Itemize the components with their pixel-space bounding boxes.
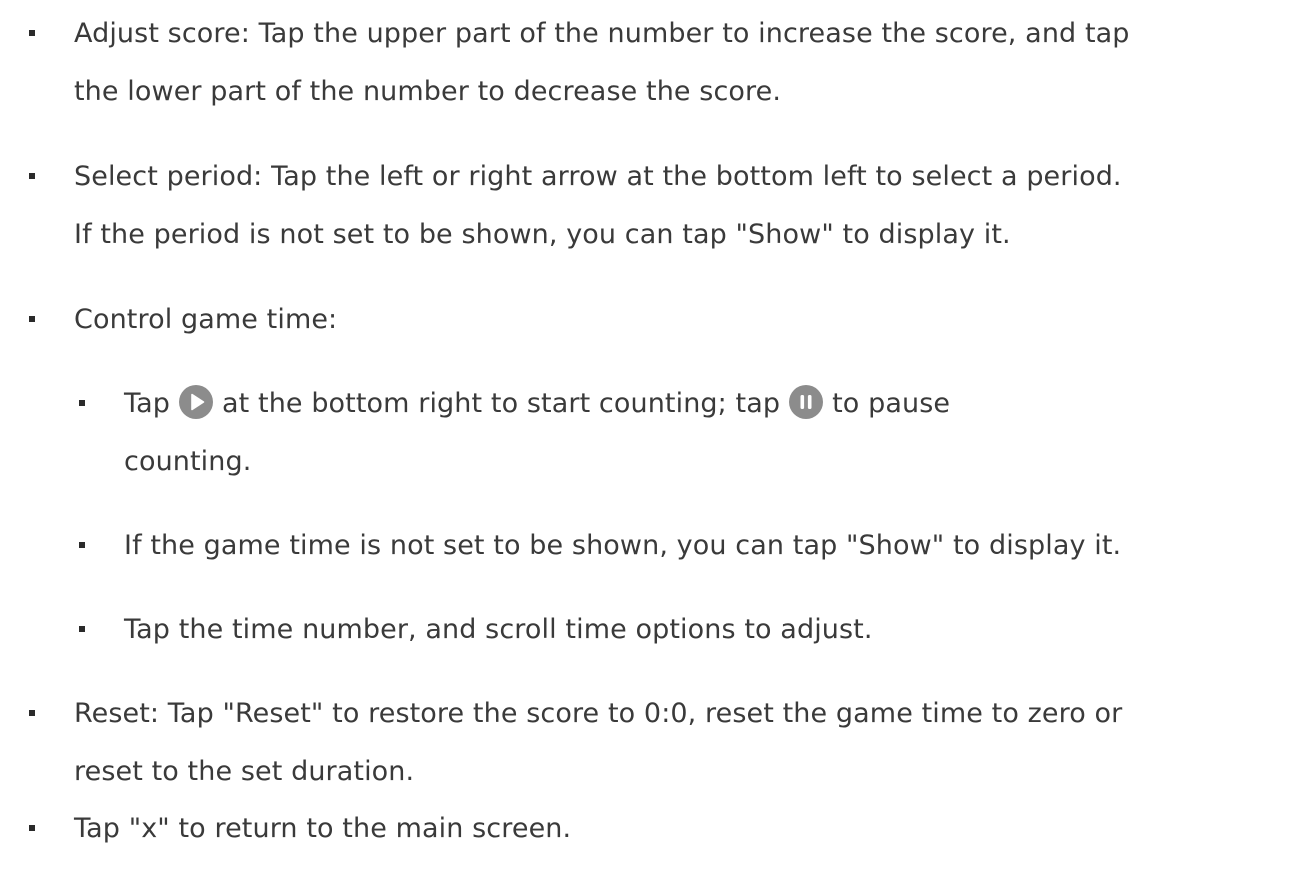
bullet-icon (79, 542, 85, 548)
list-item-select-period: Select period: Tap the left or right arr… (29, 148, 1122, 264)
sub-item-text: If the game time is not set to be shown,… (124, 530, 1122, 561)
bullet-icon (79, 626, 85, 632)
bullet-icon (29, 30, 35, 36)
list-item-adjust-score: Adjust score: Tap the upper part of the … (29, 5, 1130, 121)
bullet-icon (29, 316, 35, 322)
list-item-text: If the period is not set to be shown, yo… (74, 219, 1011, 250)
sub-item-text: Tap (124, 388, 171, 419)
play-icon (179, 384, 214, 419)
sub-item-adjust-time: Tap the time number, and scroll time opt… (79, 601, 873, 659)
bullet-icon (79, 400, 85, 406)
list-item-text: the lower part of the number to decrease… (74, 76, 782, 107)
pause-icon (789, 384, 824, 419)
sub-item-text: at the bottom right to start counting; t… (222, 388, 781, 419)
sub-item-start-pause: Tap at the bottom right to start counting… (79, 375, 950, 491)
list-item-text: Tap "x" to return to the main screen. (74, 813, 572, 844)
list-item-control-game-time: Control game time: (29, 291, 338, 349)
sub-item-text: to pause (832, 388, 951, 419)
list-item-reset: Reset: Tap "Reset" to restore the score … (29, 685, 1123, 801)
bullet-icon (29, 173, 35, 179)
bullet-icon (29, 825, 35, 831)
list-item-text: Control game time: (74, 304, 338, 335)
list-item-text: Reset: Tap "Reset" to restore the score … (74, 698, 1123, 729)
bullet-icon (29, 710, 35, 716)
sub-item-show-time: If the game time is not set to be shown,… (79, 517, 1122, 575)
sub-item-text: Tap the time number, and scroll time opt… (124, 614, 873, 645)
instruction-list: Adjust score: Tap the upper part of the … (0, 0, 1306, 869)
list-item-return: Tap "x" to return to the main screen. (29, 800, 572, 858)
sub-item-text-row: Tap at the bottom right to start counting… (124, 375, 950, 433)
list-item-text: Adjust score: Tap the upper part of the … (74, 18, 1130, 49)
list-item-text: Select period: Tap the left or right arr… (74, 161, 1122, 192)
list-item-text: reset to the set duration. (74, 756, 415, 787)
sub-item-text: counting. (124, 446, 252, 477)
